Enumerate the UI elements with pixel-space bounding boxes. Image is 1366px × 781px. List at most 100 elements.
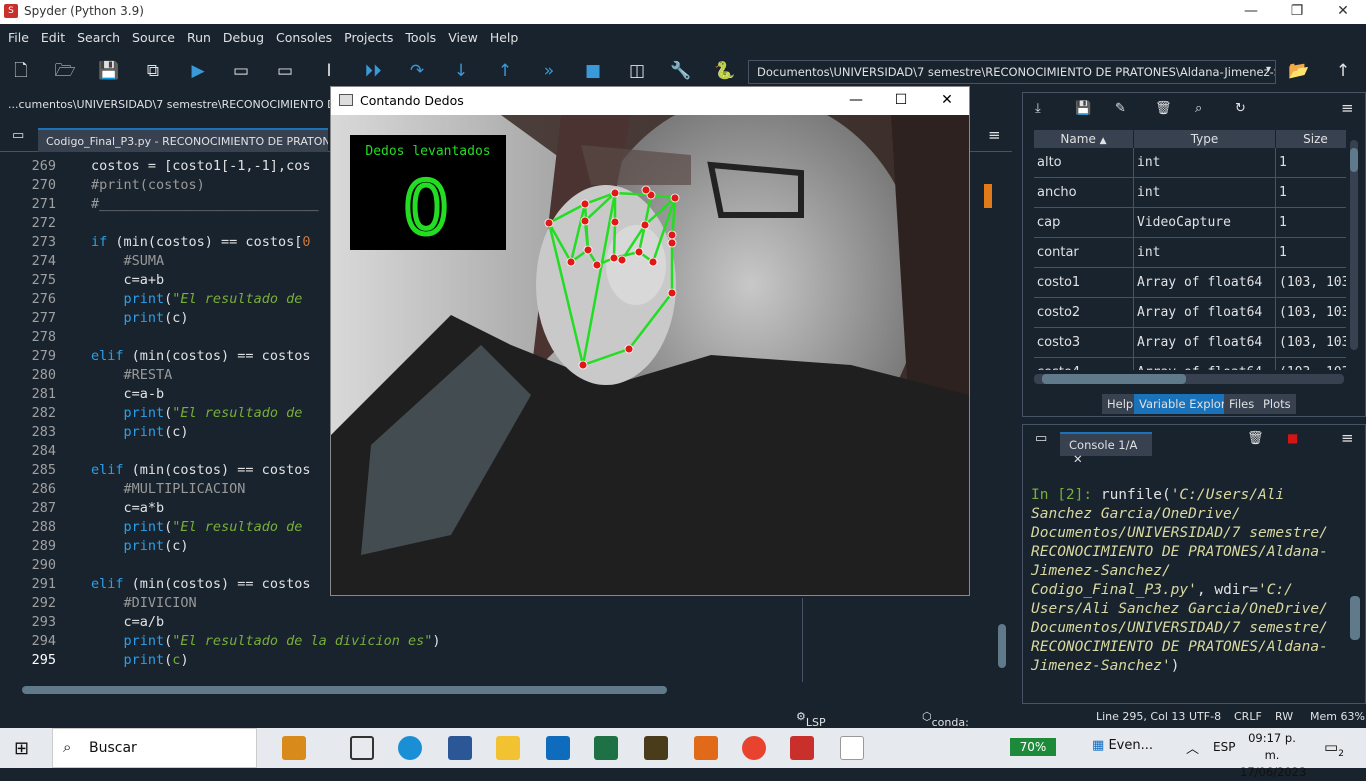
step-over-icon[interactable]: ↷ bbox=[405, 59, 429, 83]
console-tab[interactable]: Console 1/A ✕ bbox=[1060, 432, 1152, 466]
clock[interactable]: 09:17 p. m. 17/06/2023 bbox=[1240, 730, 1306, 781]
notifications-icon[interactable]: ▭2 bbox=[1324, 738, 1344, 759]
variable-size[interactable]: 1 bbox=[1276, 208, 1346, 238]
console-options-icon[interactable]: ≡ bbox=[1341, 429, 1354, 447]
scrollbar-thumb[interactable] bbox=[1350, 148, 1358, 172]
code-line[interactable]: elif (min(costos) == costos bbox=[91, 576, 310, 592]
maximize-pane-icon[interactable]: ◫ bbox=[625, 59, 649, 83]
variable-name[interactable]: ancho bbox=[1034, 178, 1134, 208]
stop-icon[interactable]: ■ bbox=[581, 59, 605, 83]
run-cell-icon[interactable]: ▭ bbox=[229, 59, 253, 83]
close-button[interactable]: ✕ bbox=[1320, 0, 1366, 24]
cv-maximize-button[interactable]: ☐ bbox=[878, 87, 924, 115]
variable-name[interactable]: cap bbox=[1034, 208, 1134, 238]
windows-start-icon[interactable]: ⊞ bbox=[14, 738, 29, 759]
step-return-icon[interactable]: ↑ bbox=[493, 59, 517, 83]
column-header-size[interactable]: Size bbox=[1276, 130, 1346, 148]
outlook-icon[interactable] bbox=[546, 736, 570, 760]
scrollbar-thumb[interactable] bbox=[22, 686, 667, 694]
menu-debug[interactable]: Debug bbox=[219, 24, 268, 45]
editor-tab[interactable]: Codigo_Final_P3.py - RECONOCIMIENTO DE P… bbox=[38, 128, 328, 152]
code-line[interactable]: #MULTIPLICACION bbox=[91, 481, 246, 497]
refresh-icon[interactable]: ↻ bbox=[1235, 101, 1246, 116]
column-header-type[interactable]: Type bbox=[1134, 130, 1276, 148]
save-all-icon[interactable]: ⧉ bbox=[141, 59, 165, 83]
code-line[interactable]: c=a*b bbox=[91, 500, 165, 516]
variable-vertical-scrollbar[interactable] bbox=[1350, 140, 1358, 350]
code-line[interactable]: print("El resultado de bbox=[91, 291, 310, 307]
cv-minimize-button[interactable]: — bbox=[833, 87, 879, 115]
debug-icon[interactable]: ⏵⏵ bbox=[361, 59, 385, 83]
variable-type[interactable]: int bbox=[1134, 148, 1276, 178]
word-icon[interactable] bbox=[448, 736, 472, 760]
code-line[interactable]: print(c) bbox=[91, 310, 189, 326]
scrollbar-thumb[interactable] bbox=[998, 624, 1006, 668]
open-file-icon[interactable]: 🗁 bbox=[53, 59, 77, 83]
editor-horizontal-scrollbar[interactable] bbox=[10, 684, 990, 696]
variable-name[interactable]: costo4 bbox=[1034, 358, 1134, 370]
code-line[interactable]: print("El resultado de la divicion es") bbox=[91, 633, 441, 649]
console-output[interactable]: In [2]: runfile('C:/Users/Ali Sanchez Ga… bbox=[1031, 486, 1351, 676]
notepad-icon[interactable] bbox=[840, 736, 864, 760]
code-line[interactable]: print("El resultado de bbox=[91, 405, 310, 421]
code-line[interactable]: print(c) bbox=[91, 538, 189, 554]
edge-browser-icon[interactable] bbox=[398, 736, 422, 760]
run-icon[interactable]: ▶ bbox=[186, 59, 210, 83]
variable-horizontal-scrollbar[interactable] bbox=[1034, 374, 1344, 384]
code-line[interactable]: c=a+b bbox=[91, 272, 165, 288]
variable-size[interactable]: (103, 103 bbox=[1276, 298, 1346, 328]
variable-name[interactable]: alto bbox=[1034, 148, 1134, 178]
menu-consoles[interactable]: Consoles bbox=[272, 24, 336, 45]
variable-size[interactable]: (103, 103 bbox=[1276, 358, 1346, 370]
code-line[interactable]: #print(costos) bbox=[91, 177, 205, 193]
taskbar-search-box[interactable]: ⌕ Buscar bbox=[52, 728, 257, 768]
variable-type[interactable]: Array of float64 bbox=[1134, 328, 1276, 358]
console-scrollbar[interactable] bbox=[1350, 596, 1360, 640]
chevron-up-icon[interactable]: ︿ bbox=[1186, 738, 1199, 757]
save-as-icon[interactable]: ✎ bbox=[1115, 101, 1126, 116]
new-file-icon[interactable]: 🗋 bbox=[9, 59, 33, 83]
spyder-taskbar-icon[interactable] bbox=[790, 736, 814, 760]
variable-name[interactable]: contar bbox=[1034, 238, 1134, 268]
tab-help[interactable]: Help bbox=[1102, 394, 1139, 414]
code-line[interactable]: elif (min(costos) == costos bbox=[91, 462, 310, 478]
preferences-wrench-icon[interactable]: 🔧 bbox=[669, 59, 693, 83]
chrome-icon[interactable] bbox=[742, 736, 766, 760]
editor-options-icon[interactable]: ≡ bbox=[988, 126, 1001, 144]
cv-close-button[interactable]: ✕ bbox=[924, 87, 970, 115]
excel-icon[interactable] bbox=[594, 736, 618, 760]
browse-folder-icon[interactable]: 📂 bbox=[1287, 59, 1311, 83]
editor-vertical-scrollbar[interactable] bbox=[996, 158, 1008, 680]
code-line[interactable]: c=a/b bbox=[91, 614, 165, 630]
search-icon[interactable]: ⌕ bbox=[1195, 101, 1202, 116]
chevron-down-icon[interactable]: ▾ bbox=[1266, 64, 1271, 75]
step-into-icon[interactable]: ↓ bbox=[449, 59, 473, 83]
scrollbar-thumb[interactable] bbox=[1042, 374, 1186, 384]
run-cell-advance-icon[interactable]: ▭ bbox=[273, 59, 297, 83]
code-line[interactable]: elif (min(costos) == costos bbox=[91, 348, 310, 364]
remove-all-icon[interactable]: 🗑 bbox=[1155, 101, 1172, 116]
variable-type[interactable]: int bbox=[1134, 238, 1276, 268]
maximize-button[interactable]: ❐ bbox=[1274, 0, 1320, 24]
matlab-icon[interactable] bbox=[694, 736, 718, 760]
code-line[interactable]: if (min(costos) == costos[0 bbox=[91, 234, 310, 250]
variable-name[interactable]: costo1 bbox=[1034, 268, 1134, 298]
menu-help[interactable]: Help bbox=[486, 24, 523, 45]
column-header-name[interactable]: Name ▲ bbox=[1034, 130, 1134, 148]
variable-type[interactable]: Array of float64 bbox=[1134, 268, 1276, 298]
parent-dir-icon[interactable]: ↑ bbox=[1331, 59, 1355, 83]
battery-indicator[interactable]: 70% bbox=[1010, 738, 1056, 756]
variable-type[interactable]: Array of float64 bbox=[1134, 298, 1276, 328]
python-path-icon[interactable]: 🐍 bbox=[713, 59, 737, 83]
variable-name[interactable]: costo2 bbox=[1034, 298, 1134, 328]
browse-tabs-icon[interactable]: ▭ bbox=[12, 128, 24, 143]
variable-type[interactable]: VideoCapture bbox=[1134, 208, 1276, 238]
code-line[interactable]: print("El resultado de bbox=[91, 519, 310, 535]
remove-variables-icon[interactable]: 🗑 bbox=[1247, 431, 1264, 446]
close-icon[interactable]: ✕ bbox=[1073, 452, 1083, 466]
code-line[interactable]: print(c) bbox=[91, 424, 189, 440]
code-line[interactable]: #DIVICION bbox=[91, 595, 197, 611]
tab-plots[interactable]: Plots bbox=[1258, 394, 1296, 414]
menu-projects[interactable]: Projects bbox=[340, 24, 397, 45]
import-data-icon[interactable]: ⤓ bbox=[1035, 101, 1041, 116]
